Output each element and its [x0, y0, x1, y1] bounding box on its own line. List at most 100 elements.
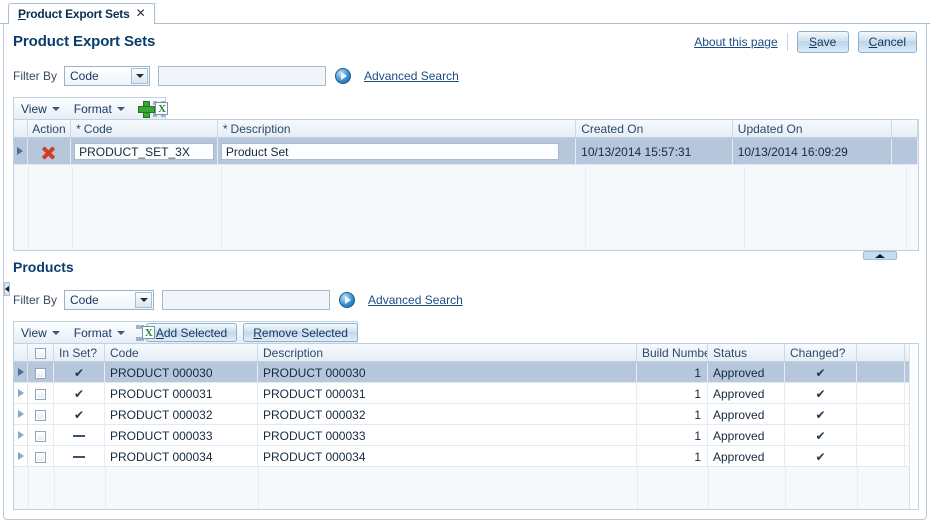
sets-col-code[interactable]: * Code — [71, 120, 218, 137]
sets-code-input[interactable]: PRODUCT_SET_3X — [74, 143, 215, 160]
search-go-icon[interactable] — [335, 68, 352, 84]
products-advanced-search-link[interactable]: Advanced Search — [368, 293, 463, 307]
panel-splitter[interactable] — [13, 251, 919, 260]
tab-product-export-sets[interactable]: Product Export Sets ✕ — [8, 3, 155, 24]
sets-col-action[interactable]: Action — [28, 120, 72, 137]
sets-cell-description[interactable]: Product Set — [218, 138, 577, 164]
sets-grid-empty-area — [14, 166, 918, 250]
sets-cell-code[interactable]: PRODUCT_SET_3X — [71, 138, 218, 164]
sets-col-spacer — [892, 120, 918, 137]
chevron-down-icon[interactable] — [131, 68, 149, 84]
products-view-menu[interactable]: View — [14, 322, 67, 343]
products-col-build-number[interactable]: Build Number — [637, 344, 708, 361]
products-search-input[interactable] — [162, 290, 331, 310]
cell-code: PRODUCT 000030 — [105, 362, 258, 382]
row-checkbox[interactable] — [35, 388, 46, 400]
cell-spacer — [857, 383, 905, 403]
row-select-handle[interactable] — [14, 446, 28, 466]
remove-selected-button[interactable]: Remove Selected — [243, 323, 358, 342]
table-row[interactable]: ✔ PRODUCT 000031 PRODUCT 000031 1 Approv… — [14, 383, 918, 404]
cell-spacer — [857, 404, 905, 424]
check-icon: ✔ — [73, 366, 85, 380]
check-icon: ✔ — [73, 408, 85, 422]
row-select-handle[interactable] — [14, 383, 28, 403]
cell-spacer — [857, 425, 905, 445]
collapse-left-icon[interactable] — [4, 282, 10, 296]
cell-build-number: 1 — [637, 425, 708, 445]
row-checkbox[interactable] — [35, 367, 46, 379]
delete-row-icon[interactable] — [41, 145, 56, 160]
search-go-icon[interactable] — [339, 292, 356, 308]
table-row[interactable]: ✔ PRODUCT 000032 PRODUCT 000032 1 Approv… — [14, 404, 918, 425]
table-row[interactable]: PRODUCT 000034 PRODUCT 000034 1 Approved… — [14, 446, 918, 467]
cell-build-number: 1 — [637, 383, 708, 403]
row-checkbox-cell[interactable] — [28, 362, 54, 382]
row-checkbox-cell[interactable] — [28, 425, 54, 445]
cancel-button[interactable]: Cancel — [857, 31, 917, 53]
table-row[interactable]: PRODUCT_SET_3X Product Set 10/13/2014 15… — [14, 138, 918, 165]
save-button[interactable]: Save — [796, 31, 849, 53]
row-select-handle[interactable] — [14, 404, 28, 424]
row-select-handle[interactable] — [14, 362, 28, 382]
add-row-icon[interactable] — [137, 100, 156, 118]
cell-code: PRODUCT 000034 — [105, 446, 258, 466]
products-grid-header: In Set? Code Description Build Number St… — [14, 344, 918, 362]
sets-col-created-on[interactable]: Created On — [576, 120, 733, 137]
table-row[interactable]: ✔ PRODUCT 000030 PRODUCT 000030 1 Approv… — [14, 362, 918, 383]
row-checkbox-cell[interactable] — [28, 404, 54, 424]
cell-changed: ✔ — [785, 446, 857, 466]
table-row[interactable]: PRODUCT 000033 PRODUCT 000033 1 Approved… — [14, 425, 918, 446]
products-filter-select[interactable]: Code — [64, 290, 155, 310]
sets-search-input[interactable] — [158, 66, 327, 86]
cell-status: Approved — [708, 404, 785, 424]
products-grid-scroll-gutter[interactable] — [909, 344, 918, 509]
check-icon: ✔ — [815, 366, 826, 380]
select-all-checkbox-cell[interactable] — [28, 344, 54, 361]
products-col-code[interactable]: Code — [105, 344, 258, 361]
required-marker: * — [222, 122, 228, 136]
sets-grid-header: Action * Code * Description Created On U… — [14, 120, 918, 138]
cell-code: PRODUCT 000032 — [105, 404, 258, 424]
sets-grid: Action * Code * Description Created On U… — [13, 119, 919, 251]
collapse-up-icon[interactable] — [863, 251, 897, 260]
row-checkbox-cell[interactable] — [28, 383, 54, 403]
row-checkbox[interactable] — [35, 430, 46, 442]
sets-format-menu[interactable]: Format — [67, 98, 132, 119]
row-checkbox[interactable] — [35, 409, 46, 421]
sets-description-input[interactable]: Product Set — [220, 143, 559, 160]
about-this-page-link[interactable]: About this page — [694, 35, 777, 49]
cell-status: Approved — [708, 383, 785, 403]
cell-in-set — [54, 446, 105, 466]
export-to-excel-icon[interactable]: X — [153, 100, 169, 117]
cell-spacer — [857, 362, 905, 382]
products-col-status[interactable]: Status — [708, 344, 785, 361]
row-checkbox-cell[interactable] — [28, 446, 54, 466]
sets-col-updated-on[interactable]: Updated On — [733, 120, 893, 137]
cell-status: Approved — [708, 362, 785, 382]
products-format-menu[interactable]: Format — [67, 322, 132, 343]
sets-cell-updated-on: 10/13/2014 16:09:29 — [733, 138, 893, 164]
sets-filter-select[interactable]: Code — [64, 66, 151, 86]
sets-col-description[interactable]: * Description — [218, 120, 577, 137]
delete-row-button[interactable] — [28, 138, 72, 164]
cell-description: PRODUCT 000032 — [258, 404, 637, 424]
close-icon[interactable]: ✕ — [136, 7, 146, 20]
row-checkbox[interactable] — [35, 451, 46, 463]
products-header-handle — [14, 344, 28, 361]
check-icon: ✔ — [815, 429, 826, 443]
check-icon: ✔ — [73, 387, 85, 401]
row-select-handle[interactable] — [14, 138, 28, 164]
products-col-changed[interactable]: Changed? — [785, 344, 857, 361]
cell-build-number: 1 — [637, 362, 708, 382]
cell-description: PRODUCT 000034 — [258, 446, 637, 466]
dash-icon — [73, 456, 85, 458]
chevron-down-icon[interactable] — [135, 292, 153, 308]
products-section-title: Products — [13, 259, 74, 275]
row-select-handle[interactable] — [14, 425, 28, 445]
sets-advanced-search-link[interactable]: Advanced Search — [364, 69, 459, 83]
add-selected-button[interactable]: Add Selected — [145, 323, 238, 342]
products-col-in-set[interactable]: In Set? — [54, 344, 105, 361]
sets-view-menu[interactable]: View — [14, 98, 67, 119]
products-col-description[interactable]: Description — [258, 344, 637, 361]
select-all-checkbox[interactable] — [35, 347, 46, 359]
